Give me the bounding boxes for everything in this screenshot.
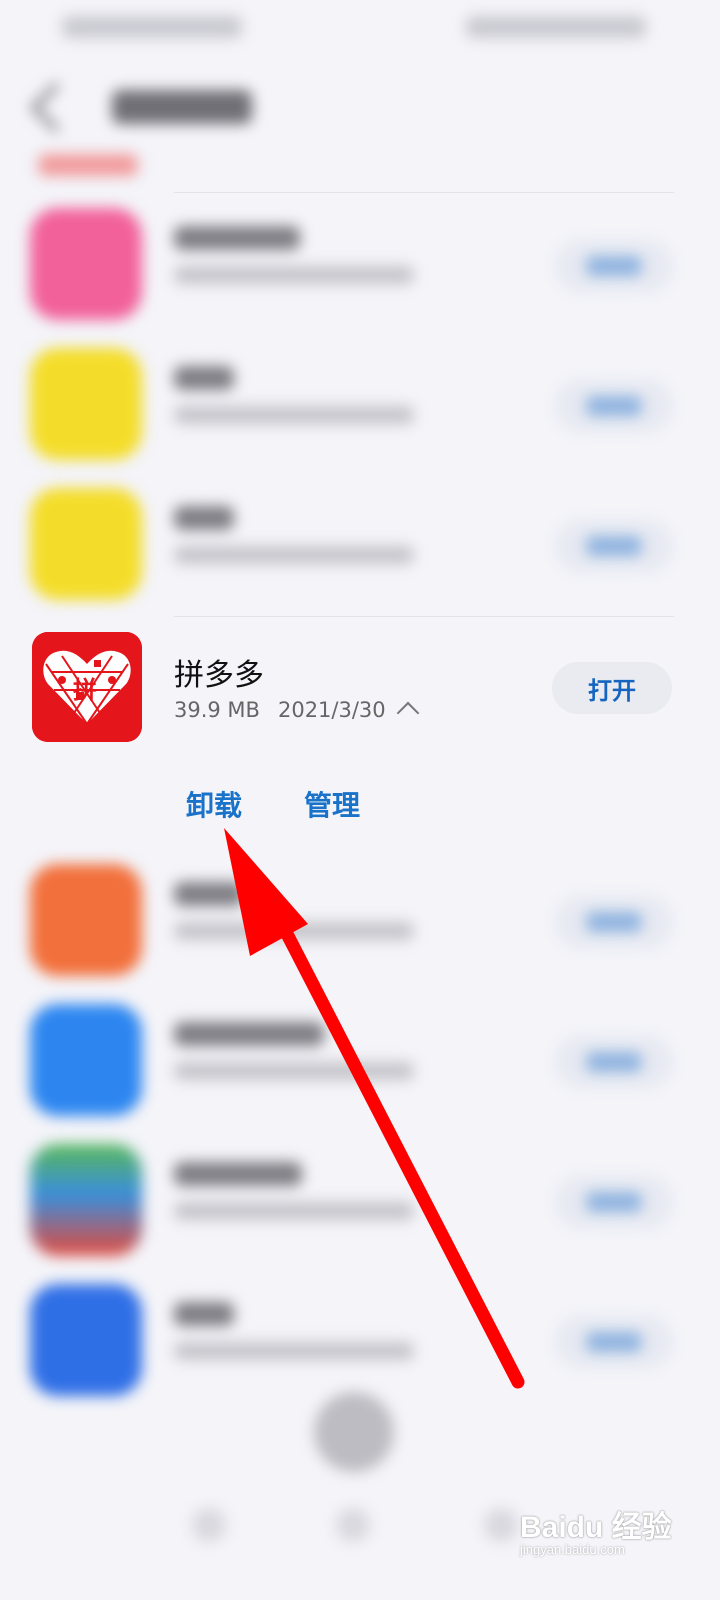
open-button[interactable]: 打开 [552, 662, 672, 714]
list-item-subtitle [174, 546, 414, 564]
blurred-app-icon [30, 348, 142, 460]
list-item-title [174, 506, 234, 530]
status-time [62, 16, 242, 38]
list-item-subtitle [174, 1202, 414, 1220]
open-button[interactable] [556, 1316, 672, 1368]
blurred-app-icon [30, 1004, 142, 1116]
list-item-title [174, 1302, 234, 1326]
open-button[interactable] [556, 896, 672, 948]
status-bar [0, 0, 720, 56]
app-list-item-featured[interactable]: 拼 拼多多 39.9 MB 2021/3/30 打开 卸载 管理 [0, 626, 720, 866]
list-item[interactable] [0, 336, 720, 476]
list-item[interactable] [0, 196, 720, 336]
list-item-subtitle [174, 1342, 414, 1360]
blurred-app-icon [30, 1284, 142, 1396]
watermark-logo: Baidu 经验 [520, 1511, 672, 1544]
nav-back-icon[interactable] [192, 1508, 226, 1542]
blurred-app-icon [30, 1144, 142, 1256]
list-item[interactable] [0, 992, 720, 1132]
chevron-up-icon[interactable] [396, 701, 420, 725]
nav-home-icon[interactable] [314, 1392, 394, 1472]
app-size: 39.9 MB [174, 698, 260, 722]
list-item-subtitle [174, 406, 414, 424]
list-item[interactable] [0, 476, 720, 616]
app-name: 拼多多 [174, 658, 264, 693]
list-item-title [174, 366, 234, 390]
list-item-title [174, 1162, 302, 1186]
install-date: 2021/3/30 [277, 698, 386, 722]
list-item[interactable] [0, 1272, 720, 1412]
list-item-title [174, 1022, 324, 1046]
list-item-subtitle [174, 1062, 414, 1080]
list-item-title [174, 226, 300, 250]
open-button[interactable] [556, 240, 672, 292]
back-arrow-icon[interactable] [30, 82, 81, 133]
open-button[interactable] [556, 380, 672, 432]
open-button[interactable] [556, 520, 672, 572]
app-meta: 39.9 MB 2021/3/30 [174, 698, 386, 722]
list-item-subtitle [174, 922, 414, 940]
blurred-app-icon [30, 864, 142, 976]
list-item[interactable] [0, 1132, 720, 1272]
list-item-title [174, 882, 244, 906]
open-button[interactable] [556, 1036, 672, 1088]
blurred-app-icon [30, 488, 142, 600]
manage-button[interactable]: 管理 [304, 784, 360, 824]
divider [174, 616, 674, 617]
open-button[interactable] [556, 1176, 672, 1228]
pinduoduo-app-icon: 拼 [32, 632, 142, 742]
list-item-subtitle [174, 266, 414, 284]
page-title [112, 90, 252, 124]
divider [174, 192, 674, 193]
list-item[interactable] [0, 852, 720, 992]
uninstall-button[interactable]: 卸载 [186, 784, 242, 824]
nav-home-button-icon[interactable] [336, 1508, 370, 1542]
status-icons [466, 16, 646, 38]
watermark-url: jingyan.baidu.com [520, 1542, 625, 1557]
blurred-app-icon [30, 208, 142, 320]
logo-text: 拼 [73, 676, 97, 704]
section-label [38, 154, 138, 176]
header [0, 76, 720, 146]
baidu-watermark: Baidu 经验 jingyan.baidu.com [510, 1496, 690, 1566]
